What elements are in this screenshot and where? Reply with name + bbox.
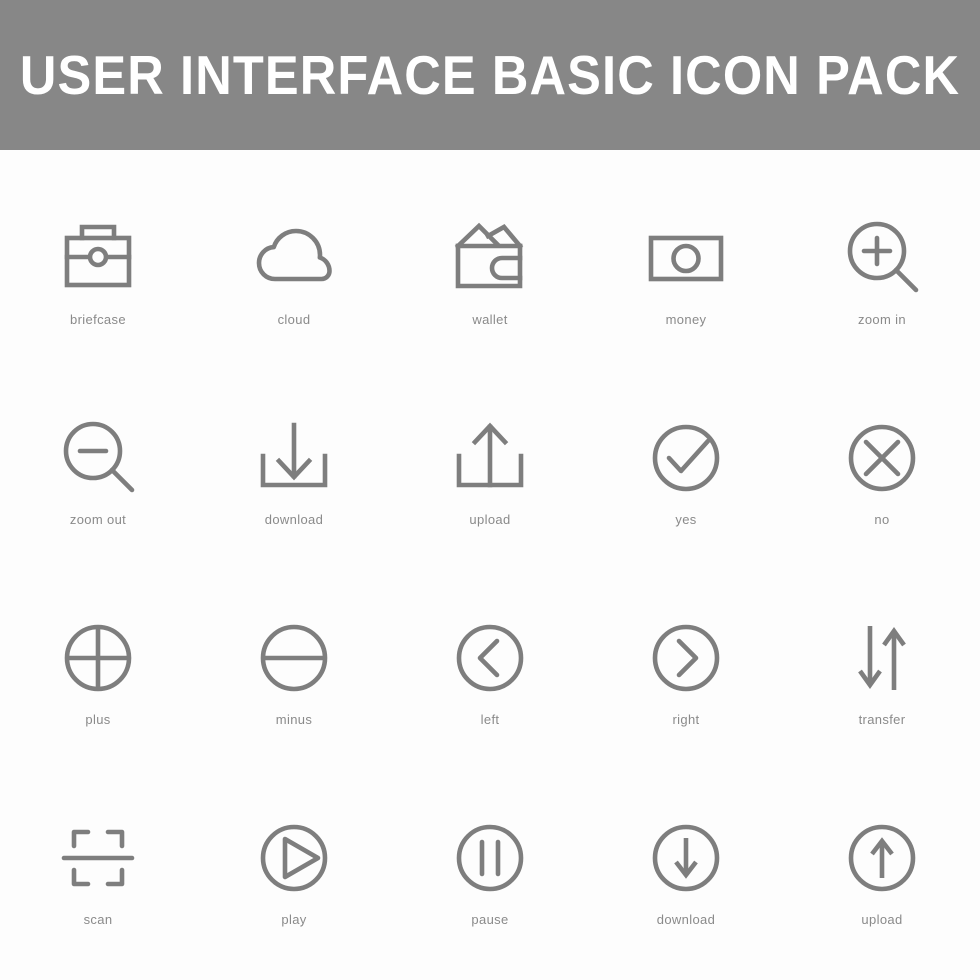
upload-circle-icon [834,810,930,906]
chevron-right-circle-icon [638,610,734,706]
check-circle-icon [638,410,734,506]
icon-cell-wallet[interactable]: wallet [392,168,588,368]
icon-label: money [665,312,707,327]
cloud-icon [246,210,342,306]
upload-tray-icon [442,410,538,506]
icon-cell-zoom-in[interactable]: zoom in [784,168,980,368]
transfer-arrows-icon [834,610,930,706]
icon-label: download [264,512,324,527]
page-title: USER INTERFACE BASIC ICON PACK [19,43,961,106]
icon-cell-play[interactable]: play [196,768,392,968]
money-icon [638,210,734,306]
minus-circle-icon [246,610,342,706]
icon-label: minus [275,712,313,727]
icon-label: cloud [277,312,311,327]
icon-label: yes [675,512,697,527]
icon-label: upload [469,512,511,527]
zoom-out-icon [50,410,146,506]
play-circle-icon [246,810,342,906]
icon-cell-left[interactable]: left [392,568,588,768]
icon-label: scan [83,912,113,927]
icon-label: play [281,912,307,927]
zoom-in-icon [834,210,930,306]
icon-cell-briefcase[interactable]: briefcase [0,168,196,368]
icon-cell-yes[interactable]: yes [588,368,784,568]
icon-pack-page: USER INTERFACE BASIC ICON PACK briefcase [0,0,980,980]
download-tray-icon [246,410,342,506]
header-banner: USER INTERFACE BASIC ICON PACK [0,0,980,150]
icon-cell-upload-tray[interactable]: upload [392,368,588,568]
icon-grid: briefcase cloud wallet money zoom in zoo… [0,150,980,980]
icon-label: wallet [472,312,508,327]
icon-label: zoom in [858,312,906,327]
download-circle-icon [638,810,734,906]
plus-circle-icon [50,610,146,706]
icon-label: download [656,912,716,927]
scan-icon [50,810,146,906]
icon-cell-transfer[interactable]: transfer [784,568,980,768]
icon-cell-cloud[interactable]: cloud [196,168,392,368]
pause-circle-icon [442,810,538,906]
icon-cell-scan[interactable]: scan [0,768,196,968]
icon-label: pause [471,912,509,927]
icon-label: upload [861,912,903,927]
icon-label: transfer [858,712,906,727]
icon-label: briefcase [70,312,126,327]
icon-cell-right[interactable]: right [588,568,784,768]
x-circle-icon [834,410,930,506]
icon-cell-zoom-out[interactable]: zoom out [0,368,196,568]
wallet-icon [442,210,538,306]
icon-cell-plus[interactable]: plus [0,568,196,768]
icon-label: right [672,712,700,727]
briefcase-icon [50,210,146,306]
icon-cell-download-circle[interactable]: download [588,768,784,968]
icon-cell-minus[interactable]: minus [196,568,392,768]
icon-label: no [874,512,890,527]
icon-cell-no[interactable]: no [784,368,980,568]
icon-label: zoom out [69,512,127,527]
icon-label: plus [85,712,111,727]
icon-cell-money[interactable]: money [588,168,784,368]
icon-label: left [480,712,500,727]
icon-cell-pause[interactable]: pause [392,768,588,968]
chevron-left-circle-icon [442,610,538,706]
icon-cell-download-tray[interactable]: download [196,368,392,568]
icon-cell-upload-circle[interactable]: upload [784,768,980,968]
